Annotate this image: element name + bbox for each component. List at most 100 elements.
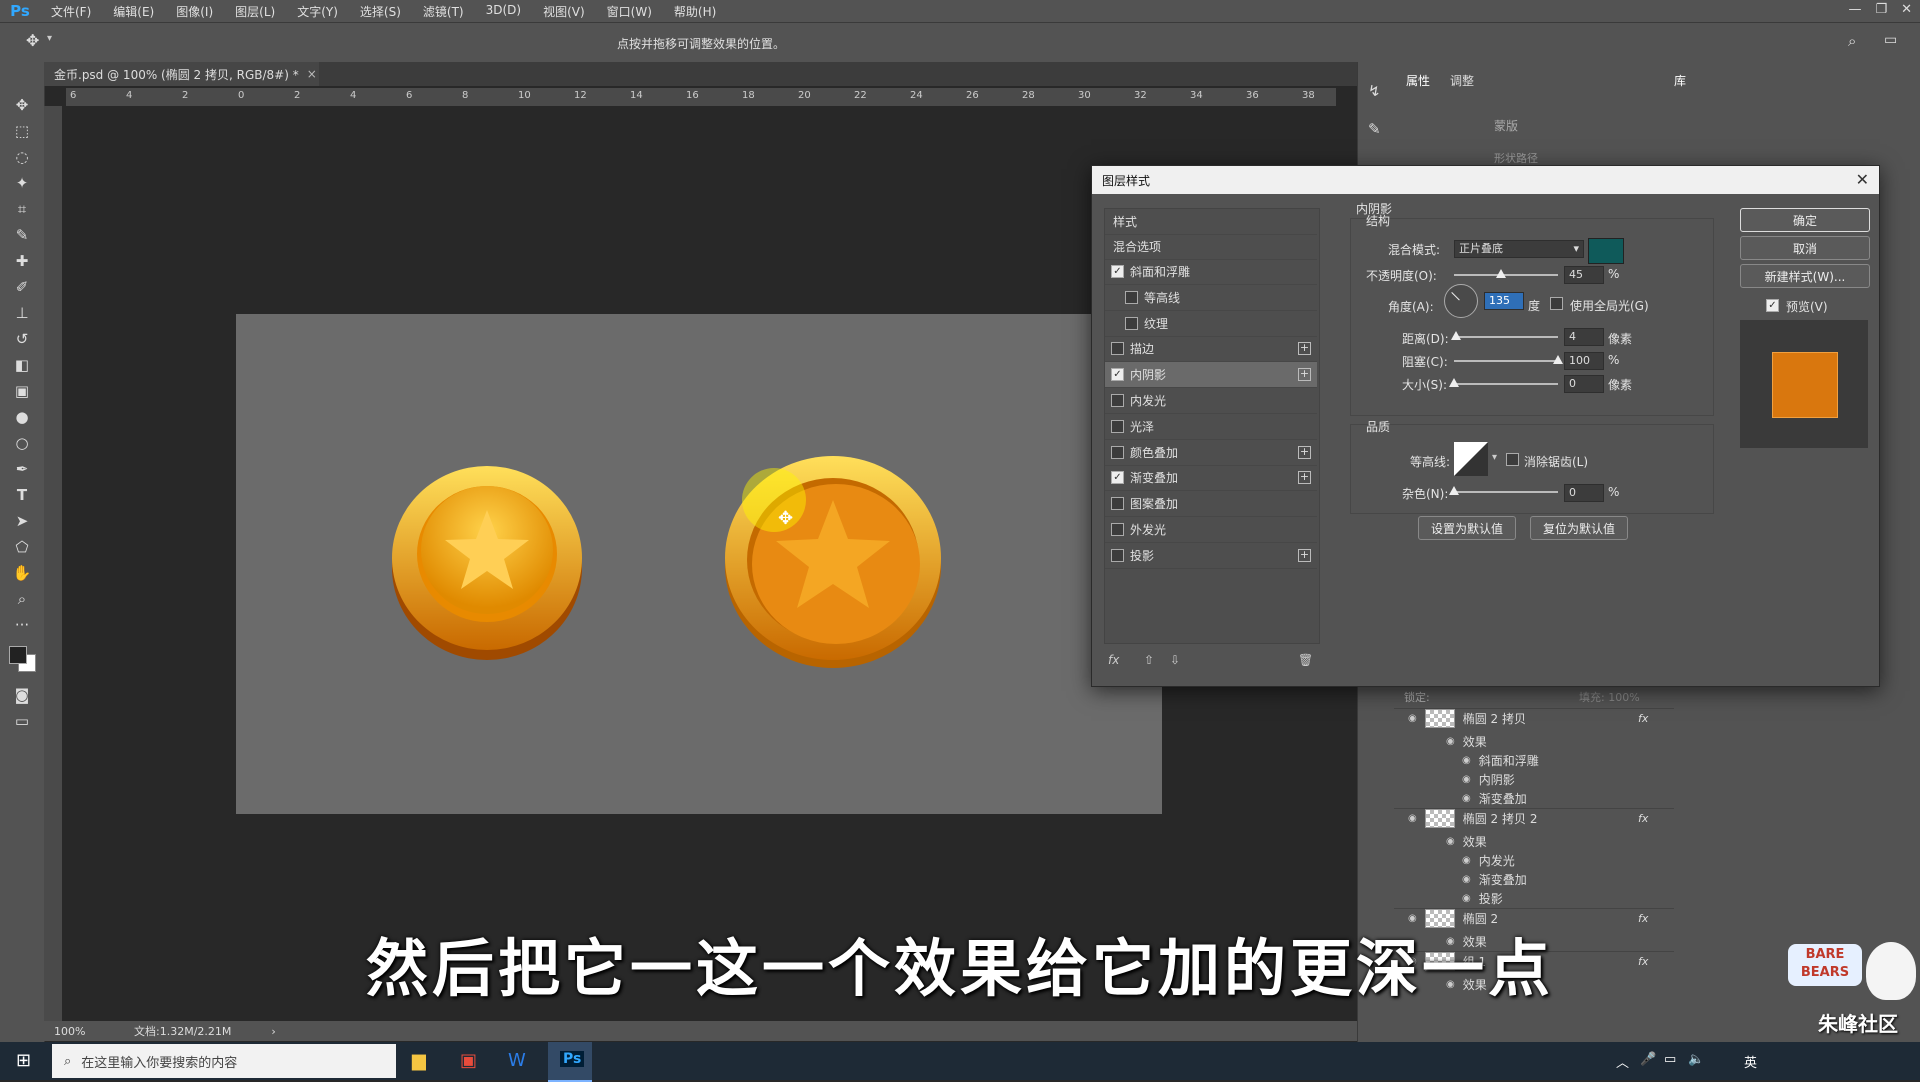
effect-row[interactable]: ◉ 渐变叠加 bbox=[1394, 789, 1674, 808]
brush-settings-icon[interactable]: ✎ bbox=[1368, 120, 1394, 138]
stamp-tool-icon[interactable]: ⊥ bbox=[0, 300, 44, 326]
file-explorer-icon[interactable]: ▆ bbox=[412, 1050, 426, 1071]
add-style-icon[interactable]: + bbox=[1298, 548, 1311, 562]
choke-input[interactable]: 100 bbox=[1564, 352, 1604, 370]
noise-slider[interactable] bbox=[1454, 491, 1558, 493]
close-tab-icon[interactable]: × bbox=[307, 67, 317, 81]
blend-options-item[interactable]: 混合选项 bbox=[1105, 234, 1317, 260]
workspace-icon[interactable]: ▭ bbox=[1884, 32, 1897, 48]
effect-row[interactable]: ◉ 效果 bbox=[1394, 832, 1674, 851]
layer-row[interactable]: ◉ 椭圆 2 拷贝 2 fx bbox=[1394, 808, 1674, 828]
hand-tool-icon[interactable]: ✋ bbox=[0, 560, 44, 586]
menu-item[interactable]: 编辑(E) bbox=[102, 3, 165, 20]
style-item[interactable]: 内发光 bbox=[1105, 388, 1317, 414]
move-up-icon[interactable]: ⇧ bbox=[1144, 653, 1154, 667]
style-checkbox[interactable] bbox=[1125, 290, 1138, 304]
visibility-eye-icon[interactable]: ◉ bbox=[1408, 713, 1417, 724]
anti-alias-checkbox[interactable] bbox=[1506, 453, 1519, 466]
style-checkbox[interactable] bbox=[1111, 445, 1124, 459]
menu-item[interactable]: 文字(Y) bbox=[286, 3, 349, 20]
blur-tool-icon[interactable]: ● bbox=[0, 404, 44, 430]
opacity-slider-thumb[interactable] bbox=[1495, 269, 1506, 278]
global-light-checkbox[interactable] bbox=[1550, 297, 1563, 310]
style-item[interactable]: 图案叠加 bbox=[1105, 491, 1317, 518]
style-item[interactable]: 颜色叠加 + bbox=[1105, 440, 1317, 466]
visibility-eye-icon[interactable]: ◉ bbox=[1446, 736, 1455, 747]
delete-icon[interactable]: 🗑 bbox=[1298, 653, 1313, 667]
menu-item[interactable]: 视图(V) bbox=[532, 3, 596, 20]
add-style-icon[interactable]: + bbox=[1298, 445, 1311, 459]
visibility-eye-icon[interactable]: ◉ bbox=[1462, 855, 1471, 866]
style-checkbox[interactable] bbox=[1111, 394, 1124, 407]
tray-chevron-icon[interactable]: ︿ bbox=[1616, 1052, 1629, 1071]
style-item[interactable]: 光泽 bbox=[1105, 414, 1317, 440]
style-checkbox[interactable] bbox=[1125, 316, 1138, 330]
opacity-slider[interactable] bbox=[1454, 274, 1558, 276]
visibility-eye-icon[interactable]: ◉ bbox=[1408, 813, 1417, 824]
visibility-eye-icon[interactable]: ◉ bbox=[1462, 893, 1471, 904]
eraser-icon[interactable]: ◧ bbox=[0, 352, 44, 378]
marquee-tool-icon[interactable]: ⬚ bbox=[0, 118, 44, 144]
history-icon[interactable]: ↯ bbox=[1368, 82, 1394, 100]
cancel-button[interactable]: 取消 bbox=[1740, 236, 1870, 260]
style-checkbox[interactable]: ✓ bbox=[1111, 265, 1124, 278]
reset-default-button[interactable]: 复位为默认值 bbox=[1530, 516, 1628, 540]
effect-row[interactable]: ◉ 渐变叠加 bbox=[1394, 870, 1674, 889]
quick-mask-icon[interactable]: ◙ bbox=[0, 682, 44, 708]
visibility-eye-icon[interactable]: ◉ bbox=[1446, 836, 1455, 847]
tab-properties[interactable]: 属性 bbox=[1406, 72, 1430, 89]
new-style-button[interactable]: 新建样式(W)... bbox=[1740, 264, 1870, 288]
search-icon[interactable]: ⌕ bbox=[1848, 32, 1856, 50]
size-slider-thumb[interactable] bbox=[1449, 378, 1459, 387]
network-icon[interactable]: ▭ bbox=[1664, 1052, 1676, 1067]
choke-slider-thumb[interactable] bbox=[1553, 355, 1563, 364]
fx-icon[interactable]: fx bbox=[1638, 712, 1648, 725]
menu-item[interactable]: 图层(L) bbox=[224, 3, 286, 20]
visibility-eye-icon[interactable]: ◉ bbox=[1462, 874, 1471, 885]
dialog-titlebar[interactable]: 图层样式 ✕ bbox=[1092, 166, 1879, 194]
style-checkbox[interactable] bbox=[1111, 419, 1124, 433]
history-brush-icon[interactable]: ↺ bbox=[0, 326, 44, 352]
style-item[interactable]: 纹理 bbox=[1105, 311, 1317, 337]
restore-icon[interactable]: ❐ bbox=[1875, 2, 1887, 17]
style-checkbox[interactable]: ✓ bbox=[1111, 471, 1124, 485]
tab-library[interactable]: 库 bbox=[1674, 72, 1686, 89]
effect-row[interactable]: ◉ 内发光 bbox=[1394, 851, 1674, 870]
style-checkbox[interactable] bbox=[1111, 497, 1124, 511]
word-icon[interactable]: W bbox=[508, 1050, 526, 1071]
menu-item[interactable]: 滤镜(T) bbox=[412, 3, 475, 20]
add-style-icon[interactable]: + bbox=[1298, 368, 1311, 382]
ime-indicator[interactable]: 英 bbox=[1744, 1052, 1757, 1071]
menu-item[interactable]: 帮助(H) bbox=[663, 3, 727, 20]
magic-wand-icon[interactable]: ✦ bbox=[0, 170, 44, 196]
zoom-tool-icon[interactable]: ⌕ bbox=[0, 586, 44, 612]
close-icon[interactable]: ✕ bbox=[1856, 170, 1869, 189]
style-checkbox[interactable]: ✓ bbox=[1111, 368, 1124, 382]
style-checkbox[interactable] bbox=[1111, 342, 1124, 356]
style-item[interactable]: ✓ 斜面和浮雕 bbox=[1105, 259, 1317, 285]
chevron-down-icon[interactable]: ▾ bbox=[47, 33, 52, 44]
choke-slider[interactable] bbox=[1454, 360, 1558, 362]
style-checkbox[interactable] bbox=[1111, 548, 1124, 562]
menu-item[interactable]: 选择(S) bbox=[349, 3, 412, 20]
style-item[interactable]: 等高线 bbox=[1105, 285, 1317, 311]
volume-icon[interactable]: 🔈 bbox=[1688, 1052, 1704, 1067]
menu-item[interactable]: 3D(D) bbox=[475, 3, 532, 20]
blend-mode-select[interactable]: 正片叠底 ▾ bbox=[1454, 240, 1584, 258]
document-canvas[interactable]: ✥ bbox=[236, 314, 1162, 814]
photoshop-taskbar-button[interactable]: Ps bbox=[548, 1042, 592, 1082]
move-tool-icon[interactable]: ✥ bbox=[0, 92, 44, 118]
size-input[interactable]: 0 bbox=[1564, 375, 1604, 393]
zoom-level[interactable]: 100% bbox=[54, 1025, 114, 1038]
fx-icon[interactable]: fx bbox=[1638, 812, 1648, 825]
effect-row[interactable]: ◉ 效果 bbox=[1394, 732, 1674, 751]
brush-tool-icon[interactable]: ✐ bbox=[0, 274, 44, 300]
angle-dial[interactable] bbox=[1444, 284, 1478, 318]
style-item[interactable]: 投影 + bbox=[1105, 543, 1317, 569]
move-tool-icon[interactable]: ✥ bbox=[26, 31, 39, 50]
close-icon[interactable]: ✕ bbox=[1901, 2, 1912, 17]
media-app-icon[interactable]: ▣ bbox=[460, 1050, 477, 1071]
style-item[interactable]: ✓ 内阴影 + bbox=[1105, 362, 1317, 389]
size-slider[interactable] bbox=[1454, 383, 1558, 385]
visibility-eye-icon[interactable]: ◉ bbox=[1462, 793, 1471, 804]
